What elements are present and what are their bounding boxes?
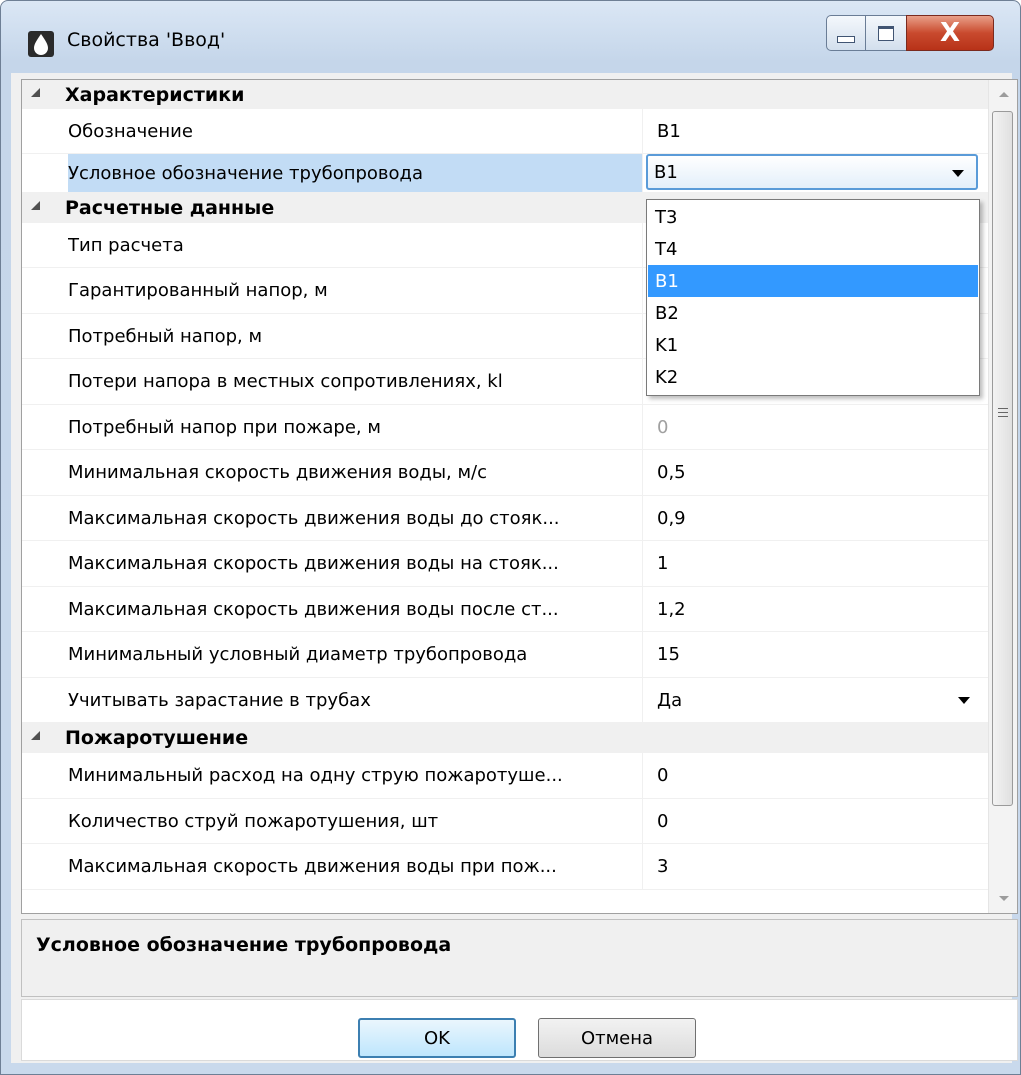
collapse-triangle-icon[interactable] xyxy=(31,731,40,740)
category-label: Расчетные данные xyxy=(65,197,275,219)
dropdown-option[interactable]: B2 xyxy=(648,297,978,329)
scrollbar-thumb[interactable] xyxy=(992,111,1013,806)
close-icon: X xyxy=(939,18,961,48)
property-name: Максимальная скорость движения воды посл… xyxy=(68,587,643,631)
property-name: Потребный напор при пожаре, м xyxy=(68,405,643,449)
property-value[interactable]: 0,5 xyxy=(645,450,988,495)
property-row-fouling[interactable]: Учитывать зарастание в трубах Да xyxy=(22,678,988,723)
category-characteristics[interactable]: Характеристики xyxy=(22,80,988,109)
title-bar[interactable]: Свойства 'Ввод' X xyxy=(1,1,1020,73)
property-name: Потребный напор, м xyxy=(68,314,643,358)
close-button[interactable]: X xyxy=(906,15,994,51)
property-name: Максимальная скорость движения воды до с… xyxy=(68,496,643,540)
property-name: Условное обозначение трубопровода xyxy=(68,154,643,192)
scroll-down-icon[interactable] xyxy=(999,896,1009,901)
property-row-max-velocity-before-riser[interactable]: Максимальная скорость движения воды до с… xyxy=(22,496,988,541)
pipe-symbol-combobox[interactable]: B1 xyxy=(646,154,978,190)
property-name: Максимальная скорость движения воды на с… xyxy=(68,541,643,586)
property-value[interactable]: 0 xyxy=(645,799,988,843)
property-name: Тип расчета xyxy=(68,223,643,267)
category-label: Характеристики xyxy=(65,84,245,106)
dropdown-option-selected[interactable]: B1 xyxy=(648,265,978,297)
property-value[interactable]: 3 xyxy=(645,844,988,889)
dropdown-option[interactable]: K1 xyxy=(648,329,978,361)
button-bar: OK Отмена xyxy=(21,999,1018,1061)
window-title: Свойства 'Ввод' xyxy=(67,29,226,51)
cancel-button[interactable]: Отмена xyxy=(538,1018,696,1058)
dropdown-option[interactable]: K2 xyxy=(648,361,978,393)
maximize-button[interactable] xyxy=(865,15,907,51)
category-label: Пожаротушение xyxy=(65,727,249,749)
property-name: Минимальная скорость движения воды, м/с xyxy=(68,450,643,495)
property-name: Гарантированный напор, м xyxy=(68,268,643,313)
property-name: Количество струй пожаротушения, шт xyxy=(68,799,643,843)
property-row-oboznachenie[interactable]: Обозначение B1 xyxy=(22,109,988,154)
property-row-min-flow-per-jet[interactable]: Минимальный расход на одну струю пожарот… xyxy=(22,753,988,799)
description-title: Условное обозначение трубопровода xyxy=(36,934,452,956)
collapse-triangle-icon[interactable] xyxy=(31,88,40,97)
grip-line xyxy=(998,412,1008,413)
vertical-scrollbar[interactable] xyxy=(988,80,1017,913)
property-name: Минимальный условный диаметр трубопровод… xyxy=(68,632,643,677)
property-grid: Характеристики Обозначение B1 Условное о… xyxy=(21,79,1018,914)
properties-dialog: Свойства 'Ввод' X Характеристики Обознач… xyxy=(0,0,1021,1075)
dropdown-option[interactable]: T4 xyxy=(648,233,978,265)
property-row-max-velocity-on-riser[interactable]: Максимальная скорость движения воды на с… xyxy=(22,541,988,587)
property-value[interactable]: 15 xyxy=(645,632,988,677)
property-value[interactable]: 1 xyxy=(645,541,988,586)
chevron-down-icon[interactable] xyxy=(958,697,970,704)
property-row-min-diameter[interactable]: Минимальный условный диаметр трубопровод… xyxy=(22,632,988,678)
property-name: Максимальная скорость движения воды при … xyxy=(68,844,643,889)
property-value: 0 xyxy=(657,416,669,438)
minimize-button[interactable] xyxy=(826,15,866,51)
dropdown-option[interactable]: T3 xyxy=(648,201,978,233)
app-droplet-icon xyxy=(28,31,54,57)
property-value[interactable]: 1,2 xyxy=(645,587,988,631)
property-value[interactable]: 0,9 xyxy=(645,496,988,540)
minimize-icon xyxy=(837,35,855,43)
property-value[interactable]: Да xyxy=(645,678,988,722)
chevron-down-icon[interactable] xyxy=(952,170,964,177)
property-name: Минимальный расход на одну струю пожарот… xyxy=(68,753,643,798)
property-row-max-velocity-after-riser[interactable]: Максимальная скорость движения воды посл… xyxy=(22,587,988,632)
grip-line xyxy=(998,416,1008,417)
combobox-value: B1 xyxy=(654,162,678,183)
property-name: Учитывать зарастание в трубах xyxy=(68,678,643,722)
property-row-min-velocity[interactable]: Минимальная скорость движения воды, м/с … xyxy=(22,450,988,496)
category-firefighting[interactable]: Пожаротушение xyxy=(22,723,988,753)
property-value[interactable]: 0 xyxy=(645,753,988,798)
description-panel: Условное обозначение трубопровода xyxy=(21,919,1018,997)
maximize-icon xyxy=(878,25,894,41)
property-row-jet-count[interactable]: Количество струй пожаротушения, шт 0 xyxy=(22,799,988,844)
property-value[interactable]: B1 xyxy=(645,109,988,153)
property-row-fire-head: Потребный напор при пожаре, м 0 xyxy=(22,405,988,450)
property-row-max-velocity-fire[interactable]: Максимальная скорость движения воды при … xyxy=(22,844,988,890)
pipe-symbol-dropdown-list[interactable]: T3 T4 B1 B2 K1 K2 xyxy=(646,199,980,396)
collapse-triangle-icon[interactable] xyxy=(31,201,40,210)
property-name: Потери напора в местных сопротивлениях, … xyxy=(68,359,643,404)
ok-button[interactable]: OK xyxy=(358,1018,516,1058)
grip-line xyxy=(998,408,1008,409)
property-name: Обозначение xyxy=(68,109,643,153)
scroll-up-icon[interactable] xyxy=(999,92,1009,97)
